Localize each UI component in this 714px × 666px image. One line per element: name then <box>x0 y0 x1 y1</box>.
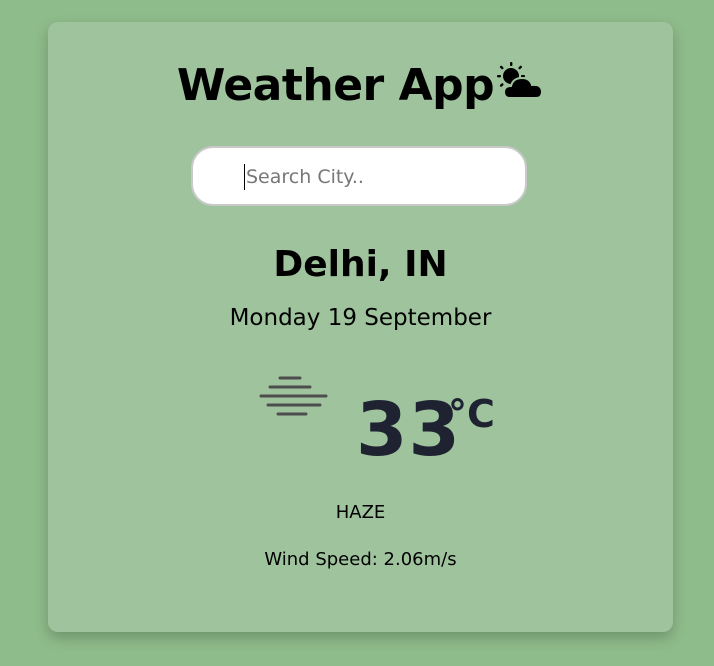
weather-card: Weather App Delhi, IN Monday 19 Septembe… <box>48 22 673 632</box>
text-caret <box>244 164 245 190</box>
sun-behind-cloud-icon <box>497 62 544 99</box>
current-date: Monday 19 September <box>229 305 492 331</box>
search-box[interactable] <box>191 146 527 206</box>
city-name: Delhi, IN <box>273 244 448 285</box>
weather-condition: HAZE <box>335 502 386 523</box>
haze-icon <box>259 376 328 416</box>
search-input[interactable] <box>244 162 508 192</box>
temperature-unit: °C <box>448 392 495 436</box>
temperature-value: 33 <box>356 387 461 473</box>
app-title-text: Weather App <box>176 60 495 111</box>
wind-speed: Wind Speed: 2.06m/s <box>264 549 457 570</box>
app-title: Weather App <box>48 60 673 112</box>
